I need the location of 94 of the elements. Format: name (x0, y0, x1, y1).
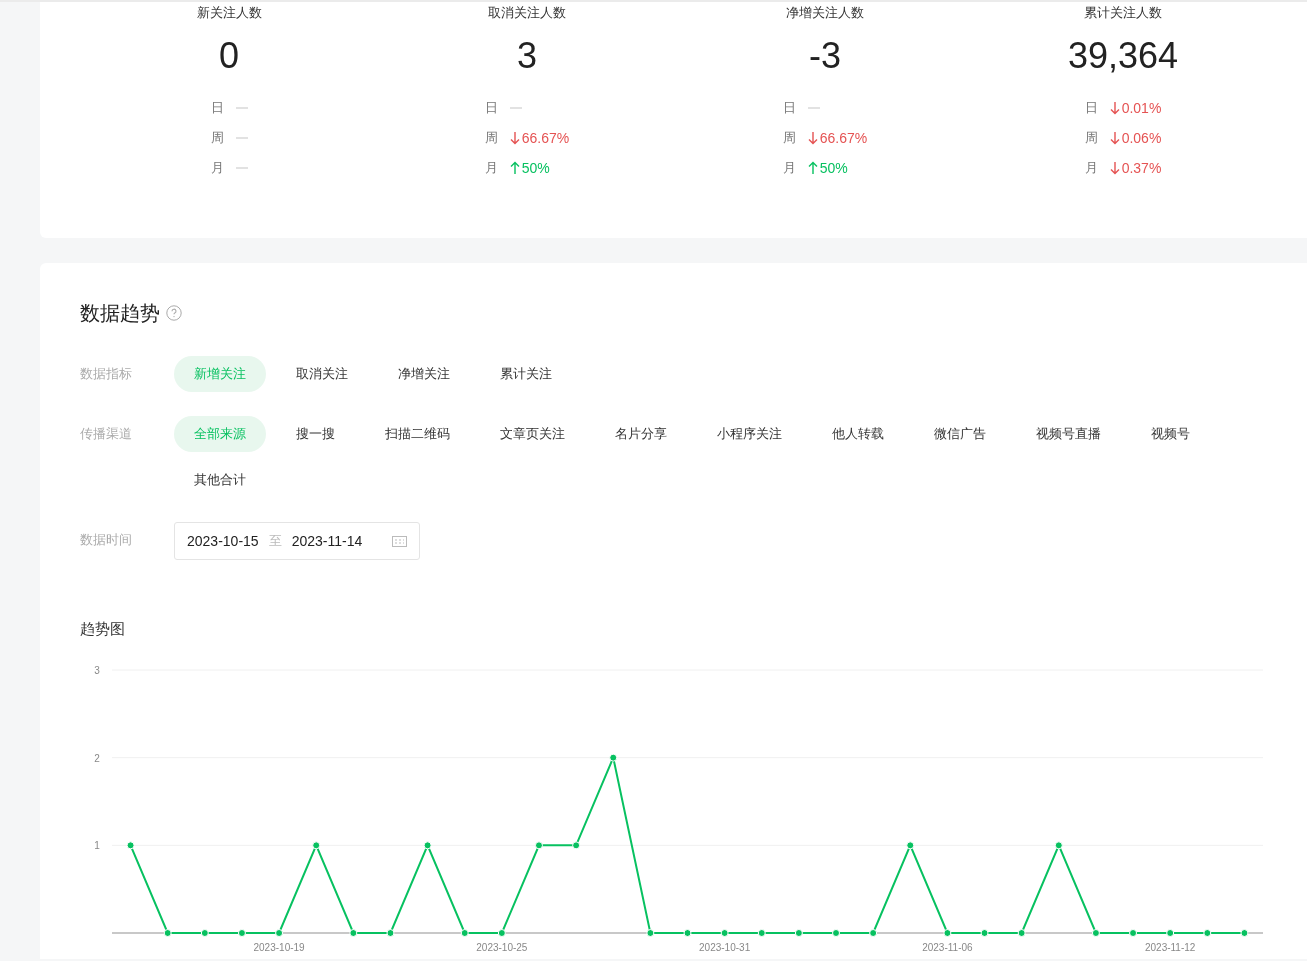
data-point (1017, 929, 1026, 937)
section-title: 数据趋势 (80, 301, 160, 326)
stat-title: 取消关注人数 (488, 4, 566, 22)
data-point (163, 929, 172, 937)
data-point (460, 929, 469, 937)
filter-label: 传播渠道 (80, 425, 133, 443)
period-label: 月 (1084, 159, 1098, 177)
arrow-down-icon (1109, 131, 1120, 145)
data-point (646, 929, 655, 937)
period-label: 日 (782, 99, 796, 117)
filter-option[interactable]: 扫描二维码 (365, 416, 470, 452)
filter-option[interactable]: 累计关注 (480, 356, 572, 392)
period-label: 周 (484, 129, 498, 147)
filter-option[interactable]: 取消关注 (276, 356, 368, 392)
axis-label: 2023-11-06 (922, 942, 973, 953)
filter-label: 数据指标 (80, 365, 133, 383)
change-percent: 50% (521, 160, 550, 176)
data-point (126, 841, 135, 850)
data-point (832, 929, 840, 937)
filter-option[interactable]: 视频号直播 (1016, 416, 1121, 452)
help-icon[interactable] (166, 305, 182, 321)
chart-title: 趋势图 (80, 620, 126, 638)
data-point (535, 841, 543, 850)
arrow-up-icon (509, 161, 520, 175)
change-percent: 0.06% (1121, 130, 1162, 146)
calendar-icon (392, 535, 407, 547)
axis-label: 3 (94, 665, 100, 676)
filter-option[interactable]: 文章页关注 (480, 416, 585, 452)
data-point (1240, 929, 1249, 937)
stat-title: 累计关注人数 (1084, 4, 1162, 22)
filter-option[interactable]: 其他合计 (174, 462, 266, 498)
axis-label: 2023-10-31 (699, 942, 751, 953)
stat-value: 39,364 (1067, 34, 1179, 78)
axis-label: 2023-11-12 (1144, 942, 1196, 953)
date-range-field[interactable]: 2023-10-15 至 2023-11-14 (174, 522, 420, 560)
data-point (572, 841, 581, 850)
filter-option[interactable]: 他人转载 (812, 416, 904, 452)
period-label: 月 (210, 159, 224, 177)
filter-option[interactable]: 视频号 (1131, 416, 1210, 452)
period-label: 日 (484, 99, 498, 117)
data-point (1054, 841, 1063, 850)
period-label: 月 (782, 159, 796, 177)
axis-label: 1 (94, 840, 100, 852)
filter-option[interactable]: 小程序关注 (697, 416, 802, 452)
data-point (869, 929, 878, 937)
arrow-down-icon (1109, 161, 1120, 175)
data-point (312, 841, 321, 850)
data-point (1166, 929, 1175, 937)
arrow-down-icon (509, 131, 520, 145)
period-label: 周 (1084, 129, 1098, 147)
data-point (497, 929, 506, 937)
data-point (794, 929, 803, 937)
data-point (1203, 929, 1212, 937)
period-label: 周 (210, 129, 224, 147)
axis-label: 2 (94, 752, 100, 764)
stat-title: 新关注人数 (196, 4, 262, 22)
data-point (1129, 929, 1138, 937)
change-percent: 66.67% (521, 130, 570, 146)
data-point (720, 929, 729, 937)
data-point (349, 929, 358, 937)
axis-label: 2023-10-19 (253, 942, 305, 953)
period-label: 周 (782, 129, 796, 147)
data-point (275, 929, 284, 937)
change-percent: 50% (819, 160, 848, 176)
period-label: 日 (1084, 99, 1098, 117)
change-percent: 0.01% (1121, 100, 1162, 116)
period-label: 月 (484, 159, 498, 177)
data-point (386, 929, 395, 937)
data-point (943, 929, 952, 937)
data-point (980, 929, 989, 937)
period-label: 日 (210, 99, 224, 117)
filter-option[interactable]: 微信广告 (914, 416, 1006, 452)
data-point (200, 929, 209, 937)
data-point (423, 841, 432, 850)
data-point (237, 929, 246, 937)
change-percent: 0.37% (1121, 160, 1162, 176)
arrow-up-icon (807, 161, 818, 175)
arrow-down-icon (1109, 101, 1120, 115)
data-point (609, 753, 618, 762)
change-percent: 66.67% (819, 130, 868, 146)
data-point (683, 929, 692, 937)
data-point (906, 841, 915, 850)
data-point (1091, 929, 1100, 937)
stat-value: 0 (219, 34, 239, 78)
arrow-down-icon (807, 131, 818, 145)
filter-option[interactable]: 净增关注 (378, 356, 470, 392)
filter-option[interactable]: 名片分享 (595, 416, 687, 452)
filter-label: 数据时间 (80, 531, 133, 549)
stat-value: 3 (517, 34, 537, 78)
stat-value: -3 (809, 34, 841, 78)
stat-title: 净增关注人数 (786, 4, 864, 22)
axis-label: 2023-10-25 (476, 942, 528, 953)
filter-option[interactable]: 搜一搜 (276, 416, 355, 452)
data-point (757, 929, 766, 937)
